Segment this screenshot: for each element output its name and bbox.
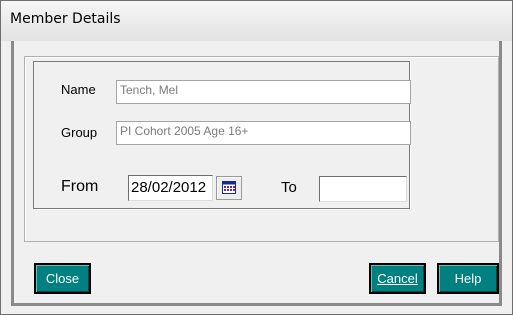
from-date-input[interactable]: 28/02/2012 (128, 175, 213, 201)
member-details-window: Member Details Name Tench, Mel Group PI … (0, 0, 513, 315)
cancel-button[interactable]: Cancel (369, 263, 426, 294)
calendar-icon (217, 181, 241, 194)
to-label: To (281, 179, 297, 196)
title-bar[interactable]: Member Details (1, 1, 512, 41)
group-field[interactable]: PI Cohort 2005 Age 16+ (116, 121, 411, 145)
name-label: Name (61, 82, 96, 97)
from-date-picker-button[interactable] (216, 176, 242, 200)
help-button[interactable]: Help (437, 263, 499, 294)
group-label: Group (61, 125, 98, 140)
from-label: From (61, 178, 99, 195)
close-button[interactable]: Close (34, 263, 91, 294)
window-title: Member Details (10, 11, 121, 27)
name-field[interactable]: Tench, Mel (116, 80, 411, 104)
to-date-input[interactable] (319, 176, 407, 202)
